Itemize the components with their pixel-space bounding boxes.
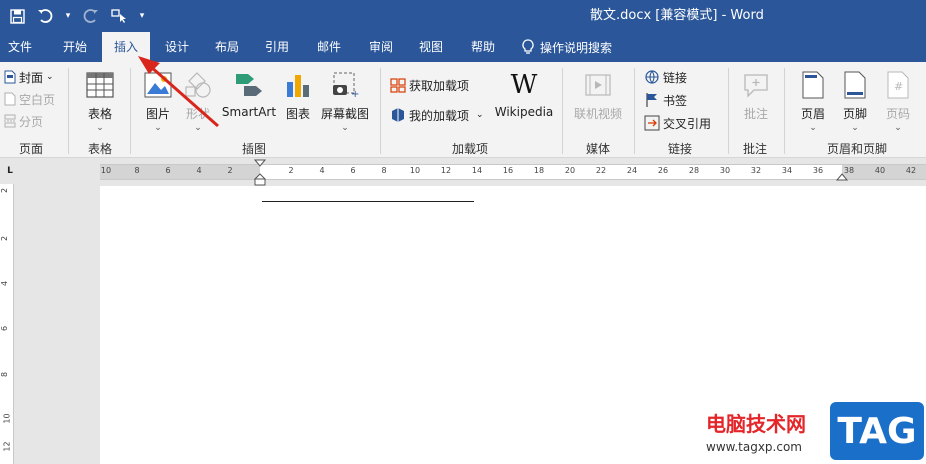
group-label-tables: 表格 xyxy=(87,142,112,156)
ribbon-tabs: 文件 开始 插入 设计 布局 引用 邮件 审阅 视图 帮助 操作说明搜索 xyxy=(0,32,926,62)
link-button[interactable]: 链接 xyxy=(644,66,687,88)
horizontal-ruler[interactable]: 10 8 6 4 2 2 4 6 8 10 12 14 16 18 20 22 … xyxy=(100,159,926,186)
my-addins-button[interactable]: 我的加载项 ⌄ xyxy=(390,104,484,126)
ribbon-insert: 封面 ⌄ 空白页 分页 页面 表格 ⌄ 表格 图片 ⌄ 形状 ⌄ SmartAr… xyxy=(0,62,926,158)
lightbulb-icon xyxy=(522,39,534,54)
group-separator xyxy=(68,68,69,154)
group-separator xyxy=(728,68,729,154)
page-number-button[interactable]: # 页码 ⌄ xyxy=(880,68,916,133)
tab-insert[interactable]: 插入 xyxy=(102,32,150,62)
group-label-header-footer: 页眉和页脚 xyxy=(826,142,887,156)
touch-mode-icon[interactable] xyxy=(110,7,128,25)
tab-help[interactable]: 帮助 xyxy=(462,32,504,62)
group-label-pages: 页面 xyxy=(18,142,43,156)
my-addins-icon xyxy=(392,108,404,122)
quick-access-toolbar: ▾ ▾ xyxy=(8,0,146,32)
screenshot-icon: + xyxy=(328,68,362,102)
tab-references[interactable]: 引用 xyxy=(256,32,298,62)
smartart-icon xyxy=(232,68,266,102)
svg-text:#: # xyxy=(894,80,903,93)
get-addins-button[interactable]: 获取加载项 xyxy=(390,74,469,96)
header-icon xyxy=(796,68,830,102)
tab-file[interactable]: 文件 xyxy=(0,32,40,62)
document-underline xyxy=(262,201,474,202)
group-label-comments: 批注 xyxy=(742,142,767,156)
pictures-button[interactable]: 图片 ⌄ xyxy=(140,68,176,133)
header-button[interactable]: 页眉 ⌄ xyxy=(796,68,830,133)
watermark-url: www.tagxp.com xyxy=(706,440,802,454)
tab-design[interactable]: 设计 xyxy=(156,32,198,62)
watermark-text: 电脑技术网 xyxy=(706,412,806,436)
tell-me-label: 操作说明搜索 xyxy=(540,40,613,55)
save-icon[interactable] xyxy=(8,7,26,25)
watermark-badge: TAG xyxy=(830,402,924,460)
page-break-button[interactable]: 分页 xyxy=(4,110,43,132)
blank-page-icon xyxy=(4,92,16,106)
cross-reference-icon xyxy=(644,115,660,131)
store-icon xyxy=(390,78,406,93)
right-indent-marker-icon[interactable] xyxy=(836,173,848,183)
tab-selector[interactable]: L xyxy=(0,158,20,184)
undo-dropdown-icon[interactable]: ▾ xyxy=(64,7,72,25)
group-separator xyxy=(634,68,635,154)
cross-reference-button[interactable]: 交叉引用 xyxy=(644,112,711,134)
online-video-button[interactable]: 联机视频 xyxy=(570,68,626,122)
group-separator xyxy=(562,68,563,154)
video-icon xyxy=(581,68,615,102)
footer-icon xyxy=(838,68,872,102)
group-label-links: 链接 xyxy=(667,142,692,156)
new-comment-button[interactable]: 批注 xyxy=(736,68,776,122)
window-title: 散文.docx [兼容模式] - Word xyxy=(590,8,764,23)
bookmark-flag-icon xyxy=(646,93,657,107)
group-separator xyxy=(130,68,131,154)
vertical-ruler[interactable]: 2 2 4 6 8 10 12 xyxy=(0,184,14,464)
comment-icon xyxy=(739,68,773,102)
page-break-icon xyxy=(4,114,16,128)
tab-review[interactable]: 审阅 xyxy=(360,32,402,62)
group-separator xyxy=(380,68,381,154)
group-label-media: 媒体 xyxy=(585,142,610,156)
group-label-addins: 加载项 xyxy=(451,142,488,156)
shapes-icon xyxy=(181,68,215,102)
picture-icon xyxy=(141,68,175,102)
wikipedia-button[interactable]: W Wikipedia xyxy=(494,68,554,119)
tab-mailings[interactable]: 邮件 xyxy=(308,32,350,62)
table-icon xyxy=(83,68,117,102)
screenshot-button[interactable]: + 屏幕截图 ⌄ xyxy=(318,68,372,133)
bar-chart-icon xyxy=(281,68,315,102)
tell-me-search[interactable]: 操作说明搜索 xyxy=(522,32,612,62)
group-separator xyxy=(784,68,785,154)
undo-icon[interactable] xyxy=(36,7,54,25)
title-bar: ▾ ▾ 散文.docx [兼容模式] - Word xyxy=(0,0,926,32)
svg-text:+: + xyxy=(351,89,359,99)
chevron-down-icon: ⌄ xyxy=(96,123,104,133)
table-button[interactable]: 表格 ⌄ xyxy=(80,68,120,133)
page-number-icon: # xyxy=(881,68,915,102)
customize-qat-icon[interactable]: ▾ xyxy=(138,7,146,25)
chart-button[interactable]: 图表 xyxy=(282,68,314,122)
smartart-button[interactable]: SmartArt xyxy=(222,68,276,119)
footer-button[interactable]: 页脚 ⌄ xyxy=(838,68,872,133)
bookmark-button[interactable]: 书签 xyxy=(644,89,687,111)
tab-home[interactable]: 开始 xyxy=(52,32,98,62)
blank-page-button[interactable]: 空白页 xyxy=(4,88,55,110)
tab-view[interactable]: 视图 xyxy=(410,32,452,62)
redo-icon[interactable] xyxy=(82,7,100,25)
left-margin-area xyxy=(100,165,260,179)
group-label-illustrations: 插图 xyxy=(241,142,266,156)
cover-page-button[interactable]: 封面 ⌄ xyxy=(4,66,54,88)
tab-layout[interactable]: 布局 xyxy=(206,32,248,62)
shapes-button[interactable]: 形状 ⌄ xyxy=(180,68,216,133)
link-icon xyxy=(645,70,659,84)
indent-marker-icon[interactable] xyxy=(254,159,266,187)
wikipedia-icon: W xyxy=(510,70,538,100)
cover-page-icon xyxy=(4,70,16,84)
